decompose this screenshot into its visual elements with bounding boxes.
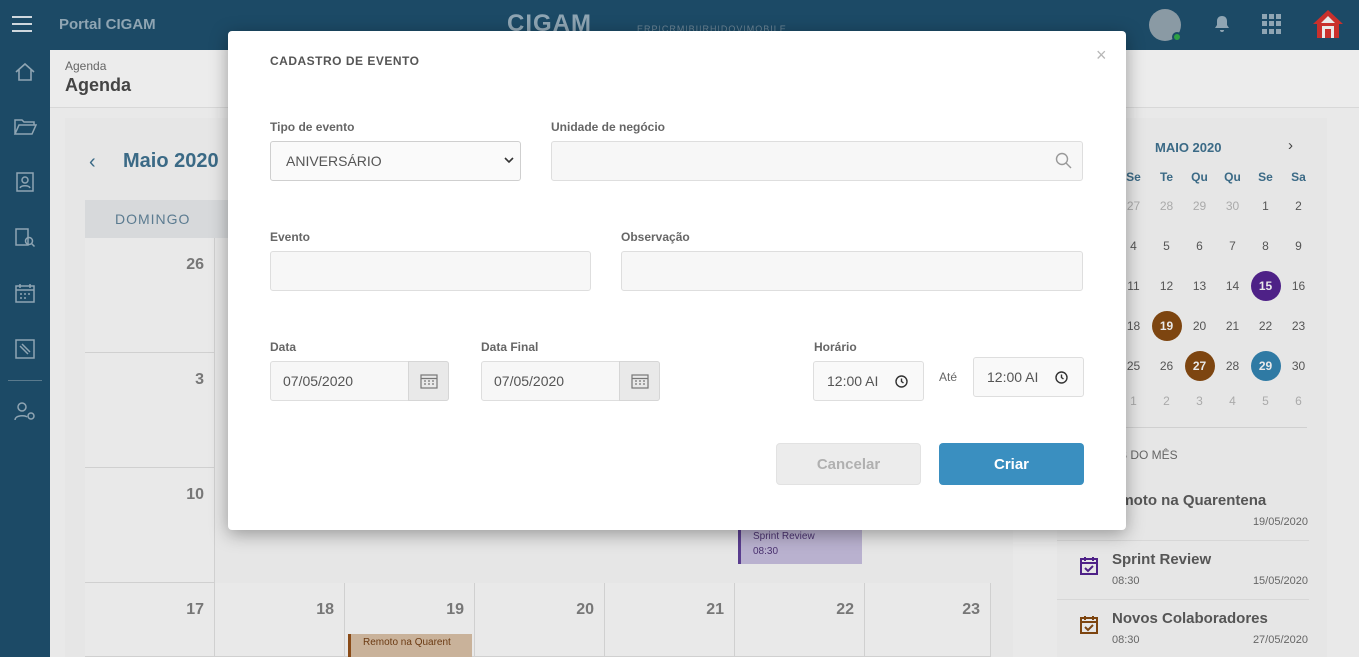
tipo-evento-select[interactable]: ANIVERSÁRIO	[270, 141, 521, 181]
horario-end-input[interactable]: 12:00 AI	[973, 357, 1084, 397]
calendar-icon	[419, 374, 438, 389]
horario-start-input[interactable]: 12:00 AI	[813, 361, 924, 401]
clock-icon[interactable]	[1055, 371, 1068, 387]
cancel-button[interactable]: Cancelar	[776, 443, 921, 485]
unidade-negocio-input[interactable]	[551, 141, 1083, 181]
evento-input[interactable]	[270, 251, 591, 291]
data-final-calendar-button[interactable]	[619, 361, 660, 401]
unidade-negocio-label: Unidade de negócio	[551, 120, 666, 134]
create-button[interactable]: Criar	[939, 443, 1084, 485]
data-final-label: Data Final	[481, 340, 539, 354]
calendar-icon	[630, 374, 649, 389]
event-registration-modal: CADASTRO DE EVENTO × Tipo de evento ANIV…	[228, 31, 1126, 530]
modal-title: CADASTRO DE EVENTO	[270, 54, 420, 68]
data-label: Data	[270, 340, 297, 354]
clock-icon[interactable]	[895, 375, 908, 391]
search-icon[interactable]	[1055, 152, 1073, 173]
tipo-evento-value: ANIVERSÁRIO	[286, 153, 382, 169]
evento-label: Evento	[270, 230, 311, 244]
observacao-label: Observação	[621, 230, 690, 244]
data-input[interactable]: 07/05/2020	[270, 361, 449, 401]
data-final-value: 07/05/2020	[494, 373, 565, 389]
ate-label: Até	[939, 370, 958, 384]
chevron-down-icon	[504, 156, 514, 167]
tipo-evento-label: Tipo de evento	[270, 120, 355, 134]
horario-label: Horário	[814, 340, 857, 354]
data-calendar-button[interactable]	[408, 361, 449, 401]
close-icon[interactable]: ×	[1096, 45, 1107, 66]
observacao-input[interactable]	[621, 251, 1083, 291]
data-value: 07/05/2020	[283, 373, 354, 389]
data-final-input[interactable]: 07/05/2020	[481, 361, 660, 401]
